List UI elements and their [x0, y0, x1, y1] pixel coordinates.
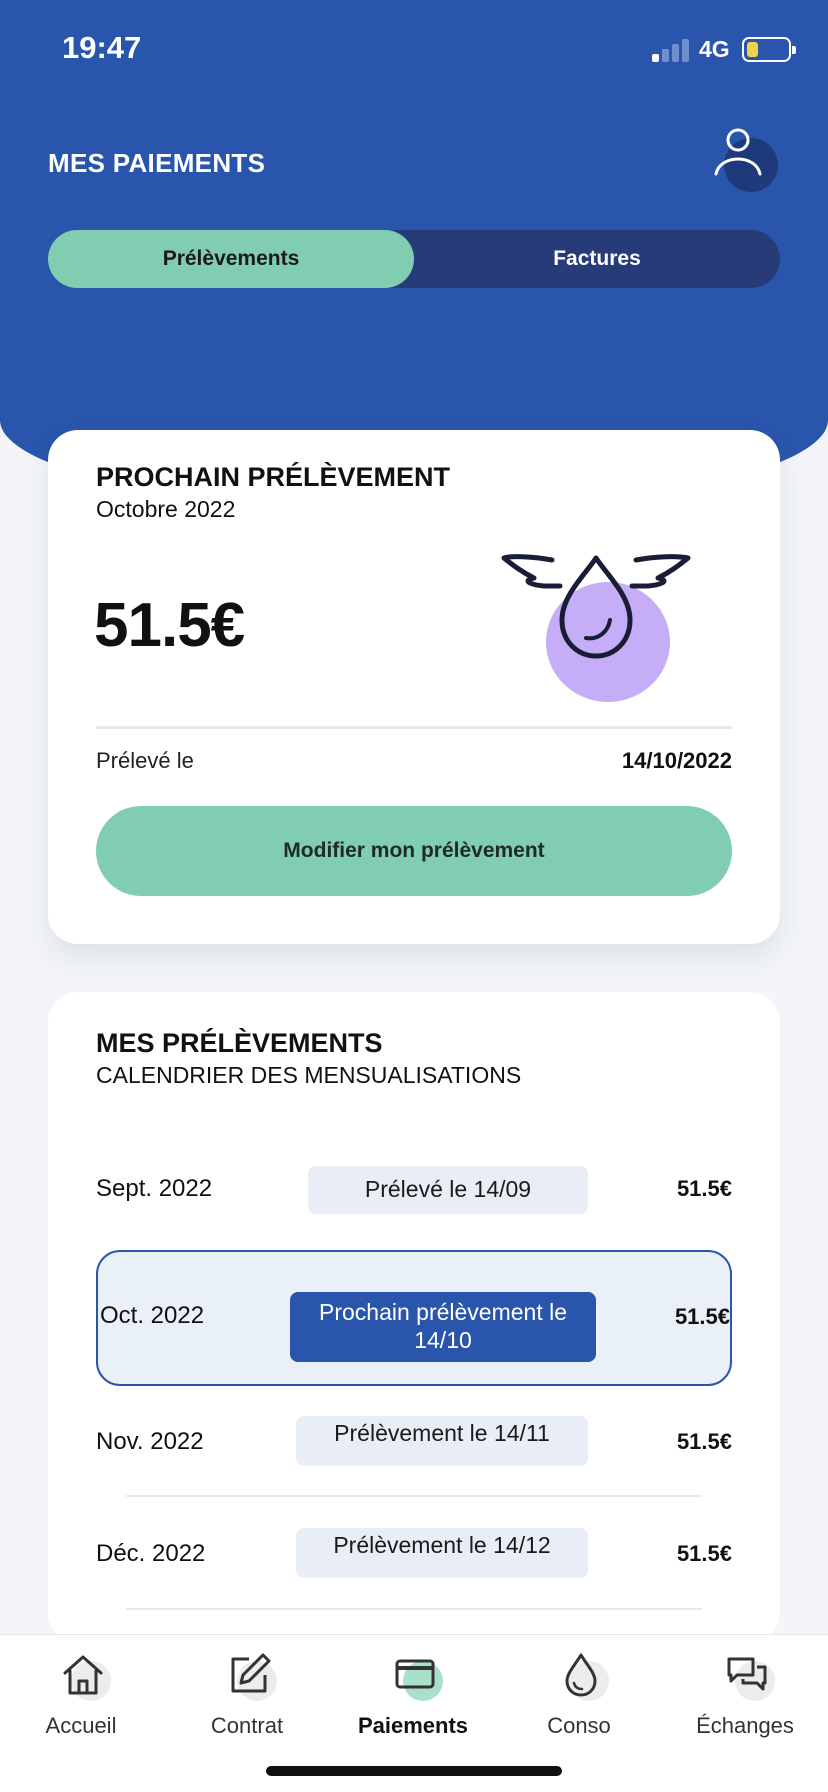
row-status-badge: Prélevé le 14/09 [308, 1166, 588, 1214]
row-status-badge: Prélèvement le 14/12 [296, 1528, 588, 1578]
tab-label: Conso [547, 1713, 611, 1738]
row-divider [126, 1608, 702, 1610]
status-bar: 19:47 4G [0, 0, 828, 100]
status-time: 19:47 [62, 30, 142, 65]
debited-date: 14/10/2022 [621, 748, 732, 773]
tab-label: Échanges [696, 1713, 794, 1738]
user-icon [714, 128, 762, 176]
next-debit-card: PROCHAIN PRÉLÈVEMENT Octobre 2022 51.5€ … [48, 430, 780, 944]
row-month: Déc. 2022 [96, 1540, 206, 1567]
row-amount: 51.5€ [674, 1304, 730, 1329]
edit-icon [231, 1653, 271, 1693]
debited-label: Prélevé le [96, 748, 194, 773]
chat-icon [727, 1657, 767, 1691]
drop-icon [565, 1653, 597, 1697]
schedule-row-current[interactable]: Oct. 2022 Prochain prélèvement le 14/10 … [96, 1250, 732, 1386]
tab-accueil[interactable]: Accueil [6, 1649, 156, 1749]
battery-icon [742, 37, 796, 62]
next-debit-month: Octobre 2022 [96, 496, 236, 522]
payments-segmented-control: Prélèvements Factures [48, 230, 780, 288]
tab-paiements[interactable]: Paiements [338, 1649, 488, 1749]
row-amount: 51.5€ [676, 1176, 732, 1201]
row-status-badge: Prochain prélèvement le 14/10 [290, 1292, 596, 1362]
next-debit-amount: 51.5€ [94, 591, 245, 660]
row-status-badge: Prélèvement le 14/11 [296, 1416, 588, 1466]
card-icon [395, 1659, 435, 1689]
divider [96, 726, 732, 729]
tab-label: Contrat [210, 1713, 284, 1738]
row-divider [126, 1495, 702, 1497]
signal-icon [652, 38, 692, 62]
tab-prelevements[interactable]: Prélèvements [48, 230, 414, 288]
row-month: Oct. 2022 [100, 1302, 205, 1329]
tab-contrat[interactable]: Contrat [172, 1649, 322, 1749]
row-month: Sept. 2022 [96, 1175, 213, 1202]
home-indicator [266, 1766, 562, 1776]
schedule-row[interactable]: Déc. 2022 Prélèvement le 14/12 51.5€ [96, 1528, 732, 1578]
tab-label: Accueil [45, 1713, 117, 1738]
profile-button[interactable] [710, 126, 778, 198]
network-type: 4G [699, 36, 730, 62]
row-month: Nov. 2022 [96, 1428, 204, 1455]
schedule-title: MES PRÉLÈVEMENTS [96, 1028, 383, 1058]
tab-echanges[interactable]: Échanges [670, 1649, 820, 1749]
schedule-subtitle: CALENDRIER DES MENSUALISATIONS [96, 1062, 522, 1088]
tab-factures[interactable]: Factures [414, 230, 780, 288]
next-debit-title: PROCHAIN PRÉLÈVEMENT [96, 462, 451, 492]
home-icon [63, 1655, 103, 1695]
schedule-row[interactable]: Sept. 2022 Prélevé le 14/09 51.5€ [96, 1166, 732, 1214]
winged-drop-icon [501, 554, 691, 702]
schedule-card: MES PRÉLÈVEMENTS CALENDRIER DES MENSUALI… [48, 992, 780, 1642]
modify-debit-button[interactable]: Modifier mon prélèvement [96, 806, 732, 896]
schedule-row[interactable]: Nov. 2022 Prélèvement le 14/11 51.5€ [96, 1416, 732, 1466]
tab-label: Paiements [357, 1713, 469, 1738]
row-amount: 51.5€ [676, 1429, 732, 1454]
page-title: MES PAIEMENTS [48, 148, 266, 178]
row-amount: 51.5€ [676, 1541, 732, 1566]
tab-conso[interactable]: Conso [504, 1649, 654, 1749]
